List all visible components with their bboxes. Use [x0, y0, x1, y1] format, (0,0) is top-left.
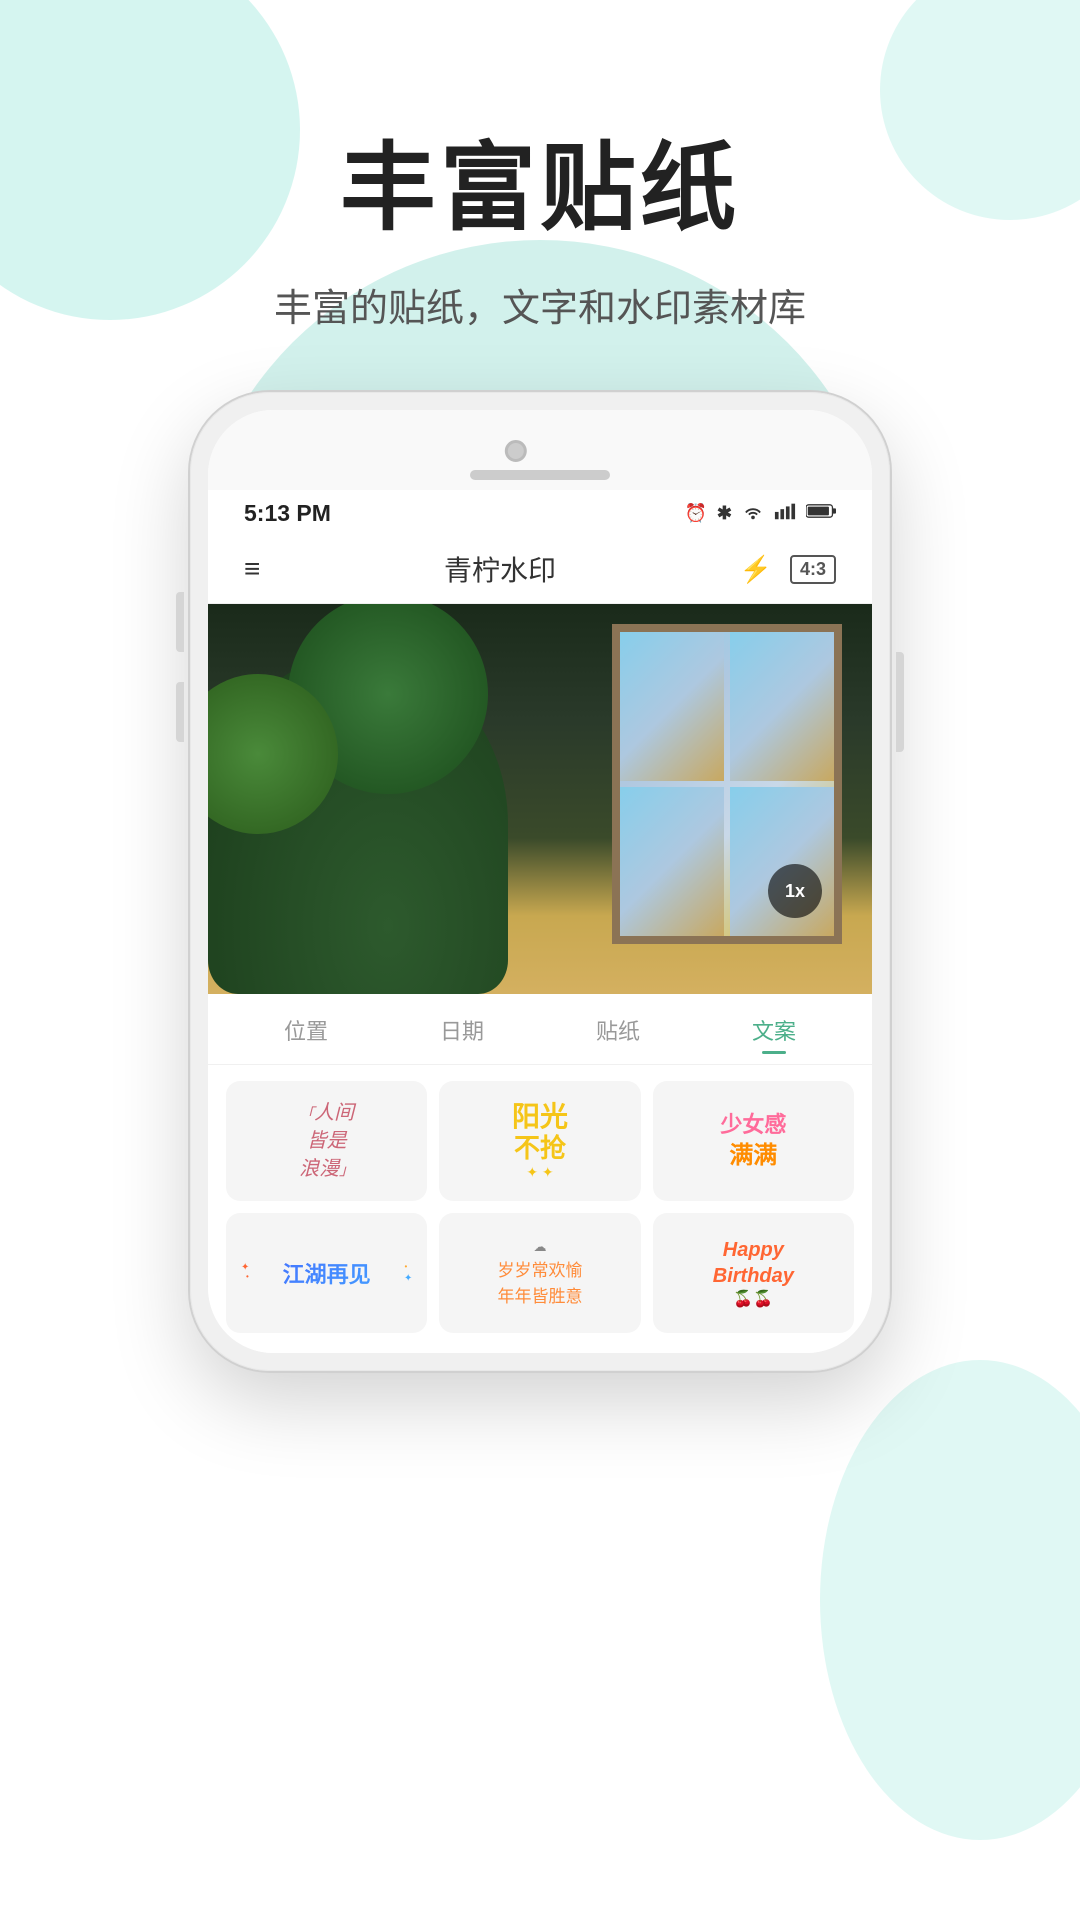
phone-mockup: 5:13 PM ⏰ ✱	[190, 392, 890, 1371]
sticker-label-4: 江湖再见 ✦ ✦ • •	[226, 1257, 427, 1289]
phone-camera	[505, 440, 527, 462]
window-pane-3	[620, 787, 724, 936]
zoom-badge[interactable]: 1x	[768, 864, 822, 918]
app-title: 青柠水印	[444, 549, 556, 589]
photo-scene: 1x	[208, 604, 872, 994]
status-bar: 5:13 PM ⏰ ✱	[208, 490, 872, 535]
sticker-item-2[interactable]: 阳光 不抢 ✦ ✦	[439, 1081, 640, 1201]
sticker-item-3[interactable]: 少女感 满满	[653, 1081, 854, 1201]
sticker-item-6[interactable]: HappyBirthday 🍒🍒	[653, 1213, 854, 1333]
tab-bar: 位置 日期 贴纸 文案	[208, 994, 872, 1065]
sticker-item-4[interactable]: 江湖再见 ✦ ✦ • •	[226, 1213, 427, 1333]
app-header: ≡ 青柠水印 ⚡ 4:3	[208, 535, 872, 604]
bluetooth-icon: ✱	[717, 503, 732, 524]
alarm-icon: ⏰	[684, 503, 706, 524]
bottom-panel: 位置 日期 贴纸 文案	[208, 994, 872, 1353]
sticker-label-5: ☁ 岁岁常欢愉年年皆胜意	[497, 1237, 582, 1310]
page-subtitle: 丰富的贴纸，文字和水印素材库	[274, 277, 806, 332]
wifi-icon	[742, 502, 764, 525]
tab-date[interactable]: 日期	[440, 1014, 484, 1054]
phone-bezel-top	[208, 410, 872, 490]
photo-area: 1x	[208, 604, 872, 994]
window-pane-1	[620, 632, 724, 781]
flash-icon[interactable]: ⚡	[740, 554, 772, 585]
sparkle-icon: ✦ ✦	[526, 1164, 553, 1181]
sticker-label-6: HappyBirthday 🍒🍒	[713, 1237, 794, 1309]
window-pane-2	[730, 632, 834, 781]
ratio-button[interactable]: 4:3	[790, 555, 836, 584]
page-title: 丰富贴纸	[340, 110, 740, 249]
status-time: 5:13 PM	[244, 500, 331, 527]
sticker-item-5[interactable]: ☁ 岁岁常欢愉年年皆胜意	[439, 1213, 640, 1333]
sticker-label-1: 「人间皆是浪漫」	[299, 1099, 354, 1183]
photo-plant	[208, 654, 508, 994]
signal-icon	[774, 502, 796, 525]
menu-icon[interactable]: ≡	[244, 555, 260, 583]
phone-inner: 5:13 PM ⏰ ✱	[208, 410, 872, 1353]
sticker-grid: 「人间皆是浪漫」 阳光 不抢 ✦ ✦	[208, 1065, 872, 1353]
tab-sticker[interactable]: 贴纸	[596, 1014, 640, 1054]
tab-location[interactable]: 位置	[284, 1014, 328, 1054]
sticker-label-2: 阳光 不抢 ✦ ✦	[512, 1100, 568, 1183]
sticker-label-3: 少女感 满满	[720, 1111, 786, 1171]
phone-speaker	[470, 470, 610, 480]
status-icons: ⏰ ✱	[684, 502, 836, 525]
phone-outer: 5:13 PM ⏰ ✱	[190, 392, 890, 1371]
sticker-item-1[interactable]: 「人间皆是浪漫」	[226, 1081, 427, 1201]
battery-icon	[806, 502, 836, 525]
header-actions: ⚡ 4:3	[740, 554, 836, 585]
bg-blob-bottom-right	[820, 1360, 1080, 1840]
tab-text[interactable]: 文案	[752, 1014, 796, 1054]
